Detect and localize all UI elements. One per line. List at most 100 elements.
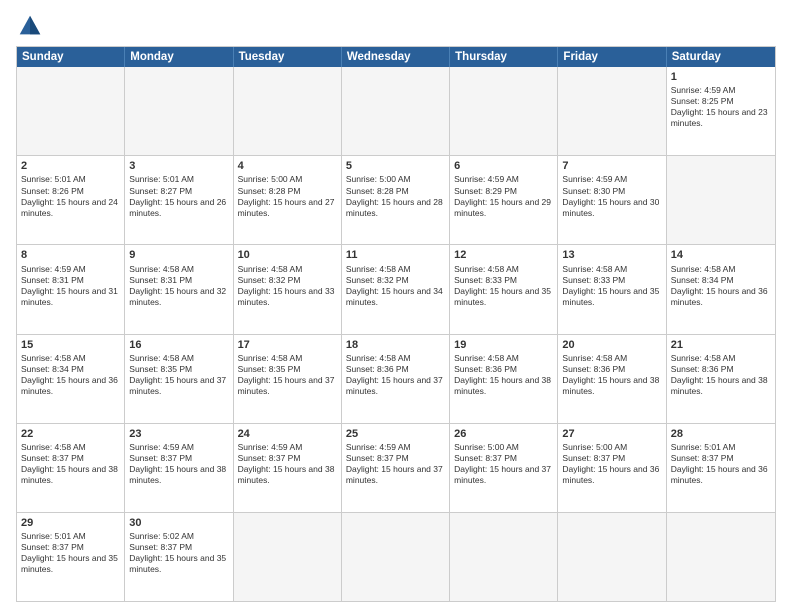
daylight: Daylight: 15 hours and 23 minutes. (671, 107, 768, 128)
day-number: 26 (454, 427, 553, 441)
daylight-text: Daylight: 15 hours and 36 minutes. (671, 286, 768, 307)
daylight-text: Daylight: 15 hours and 36 minutes. (21, 375, 118, 396)
calendar-cell: 6Sunrise: 4:59 AMSunset: 8:29 PMDaylight… (450, 156, 558, 244)
sunset-text: Sunset: 8:31 PM (21, 275, 84, 285)
sunset-text: Sunset: 8:31 PM (129, 275, 192, 285)
calendar-cell (667, 513, 775, 601)
calendar-cell: 2Sunrise: 5:01 AM Sunset: 8:26 PMDaylight… (17, 156, 125, 244)
daylight-text: Daylight: 15 hours and 31 minutes. (21, 286, 118, 307)
calendar-cell: 26Sunrise: 5:00 AMSunset: 8:37 PMDayligh… (450, 424, 558, 512)
calendar-cell: 15Sunrise: 4:58 AMSunset: 8:34 PMDayligh… (17, 335, 125, 423)
sunrise-text: Sunrise: 5:02 AM (129, 531, 194, 541)
day-number: 13 (562, 248, 661, 262)
calendar-row: 8Sunrise: 4:59 AMSunset: 8:31 PMDaylight… (17, 245, 775, 334)
sunrise-text: Sunrise: 4:58 AM (346, 353, 411, 363)
day-number: 18 (346, 338, 445, 352)
daylight-text: Daylight: 15 hours and 34 minutes. (346, 286, 443, 307)
daylight-text: Daylight: 15 hours and 37 minutes. (129, 375, 226, 396)
sunrise-text: Sunrise: 4:58 AM (238, 353, 303, 363)
day-number: 4 (238, 159, 337, 173)
calendar-row: 29Sunrise: 5:01 AMSunset: 8:37 PMDayligh… (17, 513, 775, 601)
calendar-cell: 20Sunrise: 4:58 AMSunset: 8:36 PMDayligh… (558, 335, 666, 423)
calendar-row: 2Sunrise: 5:01 AMSunset: 8:26 PMDaylight… (17, 156, 775, 245)
sunrise-text: Sunrise: 5:00 AM (346, 174, 411, 184)
calendar-cell: 22Sunrise: 4:58 AMSunset: 8:37 PMDayligh… (17, 424, 125, 512)
daylight-text: Daylight: 15 hours and 37 minutes. (346, 464, 443, 485)
daylight-text: Daylight: 15 hours and 38 minutes. (129, 464, 226, 485)
calendar-cell: 4Sunrise: 5:00 AMSunset: 8:28 PMDaylight… (234, 156, 342, 244)
calendar: SundayMondayTuesdayWednesdayThursdayFrid… (16, 46, 776, 602)
sunrise-text: Sunrise: 4:59 AM (129, 442, 194, 452)
sunrise-text: Sunrise: 4:58 AM (454, 353, 519, 363)
sunrise-text: Sunrise: 5:01 AM (21, 531, 86, 541)
sunrise-text: Sunrise: 4:59 AM (562, 174, 627, 184)
daylight-text: Daylight: 15 hours and 38 minutes. (21, 464, 118, 485)
daylight-text: Daylight: 15 hours and 26 minutes. (129, 197, 226, 218)
calendar-cell (342, 67, 450, 155)
calendar-row: 15Sunrise: 4:58 AMSunset: 8:34 PMDayligh… (17, 335, 775, 424)
day-number: 28 (671, 427, 771, 441)
sunset-text: Sunset: 8:30 PM (562, 186, 625, 196)
daylight-text: Daylight: 15 hours and 36 minutes. (671, 464, 768, 485)
calendar-cell: 23Sunrise: 4:59 AMSunset: 8:37 PMDayligh… (125, 424, 233, 512)
sunset-text: Sunset: 8:27 PM (129, 186, 192, 196)
calendar-row: 1Sunrise: 4:59 AMSunset: 8:25 PMDaylight… (17, 67, 775, 156)
daylight-text: Daylight: 15 hours and 37 minutes. (346, 375, 443, 396)
day-number: 21 (671, 338, 771, 352)
sunset-text: Sunset: 8:32 PM (238, 275, 301, 285)
calendar-cell: 9Sunrise: 4:58 AMSunset: 8:31 PMDaylight… (125, 245, 233, 333)
daylight-text: Daylight: 15 hours and 38 minutes. (562, 375, 659, 396)
sunset-text: Sunset: 8:26 PM (21, 186, 84, 196)
calendar-header-cell: Sunday (17, 47, 125, 67)
sunset-text: Sunset: 8:37 PM (346, 453, 409, 463)
sunset-text: Sunset: 8:37 PM (21, 453, 84, 463)
sunrise-text: Sunrise: 5:01 AM (129, 174, 194, 184)
daylight-text: Daylight: 15 hours and 37 minutes. (238, 375, 335, 396)
sunset-text: Sunset: 8:37 PM (454, 453, 517, 463)
daylight-text: Daylight: 15 hours and 38 minutes. (454, 375, 551, 396)
day-number: 7 (562, 159, 661, 173)
sunrise-text: Sunrise: 5:00 AM (238, 174, 303, 184)
logo-icon (16, 12, 44, 40)
sunrise-text: Sunrise: 4:58 AM (129, 353, 194, 363)
daylight-text: Daylight: 15 hours and 36 minutes. (562, 464, 659, 485)
sunrise-text: Sunrise: 5:01 AM (21, 174, 86, 184)
calendar-cell (558, 67, 666, 155)
calendar-cell: 5Sunrise: 5:00 AMSunset: 8:28 PMDaylight… (342, 156, 450, 244)
sunrise-text: Sunrise: 5:00 AM (562, 442, 627, 452)
daylight-text: Daylight: 15 hours and 35 minutes. (129, 553, 226, 574)
calendar-cell: 13Sunrise: 4:58 AMSunset: 8:33 PMDayligh… (558, 245, 666, 333)
sunset-text: Sunset: 8:37 PM (129, 453, 192, 463)
sunrise-text: Sunrise: 4:58 AM (562, 353, 627, 363)
day-number: 11 (346, 248, 445, 262)
day-number: 24 (238, 427, 337, 441)
daylight-text: Daylight: 15 hours and 35 minutes. (454, 286, 551, 307)
sunset-text: Sunset: 8:32 PM (346, 275, 409, 285)
sunrise-text: Sunrise: 4:58 AM (671, 353, 736, 363)
sunset-text: Sunset: 8:28 PM (346, 186, 409, 196)
calendar-cell: 19Sunrise: 4:58 AMSunset: 8:36 PMDayligh… (450, 335, 558, 423)
day-number: 20 (562, 338, 661, 352)
calendar-cell (450, 513, 558, 601)
day-number: 6 (454, 159, 553, 173)
sunrise-text: Sunrise: 4:58 AM (562, 264, 627, 274)
day-number: 1 (671, 70, 771, 84)
sunrise-text: Sunrise: 4:58 AM (129, 264, 194, 274)
day-number: 14 (671, 248, 771, 262)
sunset-text: Sunset: 8:36 PM (454, 364, 517, 374)
sunset-text: Sunset: 8:37 PM (562, 453, 625, 463)
calendar-cell: 8Sunrise: 4:59 AMSunset: 8:31 PMDaylight… (17, 245, 125, 333)
calendar-cell: 24Sunrise: 4:59 AMSunset: 8:37 PMDayligh… (234, 424, 342, 512)
day-number: 15 (21, 338, 120, 352)
day-number: 2 (21, 159, 120, 173)
day-number: 29 (21, 516, 120, 530)
calendar-cell (17, 67, 125, 155)
day-number: 9 (129, 248, 228, 262)
calendar-cell: 21Sunrise: 4:58 AMSunset: 8:36 PMDayligh… (667, 335, 775, 423)
daylight-text: Daylight: 15 hours and 24 minutes. (21, 197, 118, 218)
calendar-header-cell: Friday (558, 47, 666, 67)
day-number: 30 (129, 516, 228, 530)
sunset-text: Sunset: 8:37 PM (671, 453, 734, 463)
calendar-cell: 11Sunrise: 4:58 AMSunset: 8:32 PMDayligh… (342, 245, 450, 333)
daylight-text: Daylight: 15 hours and 33 minutes. (238, 286, 335, 307)
